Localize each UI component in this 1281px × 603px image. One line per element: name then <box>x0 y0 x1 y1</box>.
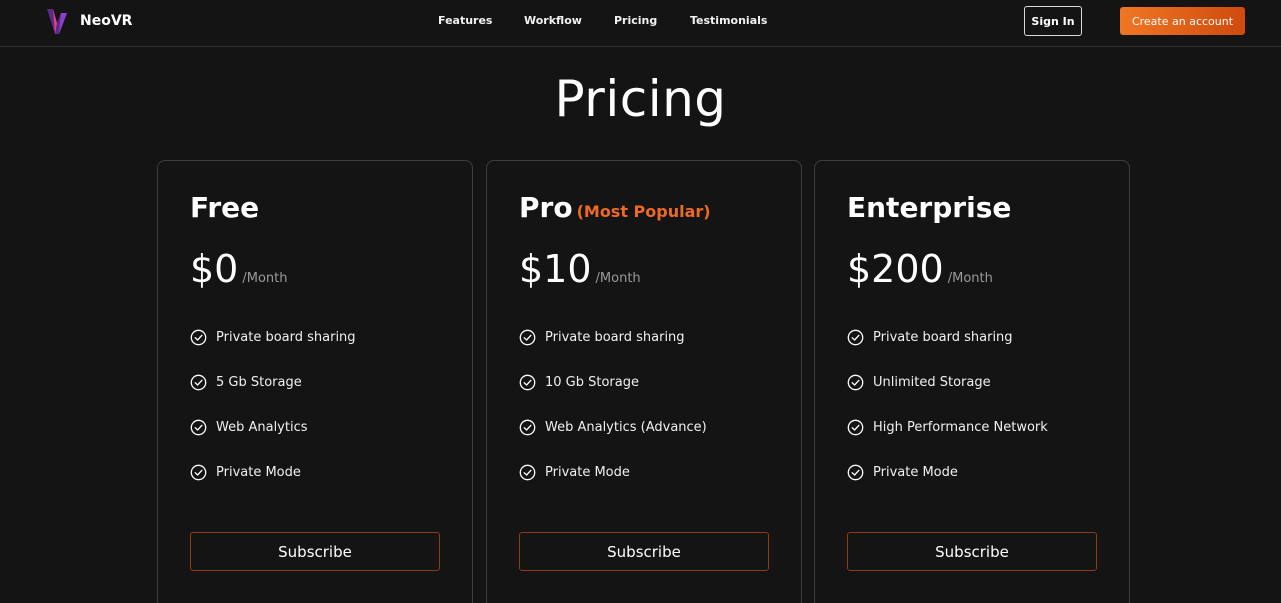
feature-item: Private board sharing <box>519 315 707 360</box>
plan-card-pro: Pro (Most Popular) $10/Month Private boar… <box>486 160 802 603</box>
plan-card-free: Free $0/Month Private board sharing 5 Gb… <box>157 160 473 603</box>
plan-card-enterprise: Enterprise $200/Month Private board shar… <box>814 160 1130 603</box>
sign-in-button[interactable]: Sign In <box>1024 6 1082 36</box>
check-circle-icon <box>190 419 207 436</box>
feature-item: Private board sharing <box>190 315 356 360</box>
subscribe-button[interactable]: Subscribe <box>519 532 769 571</box>
check-circle-icon <box>519 419 536 436</box>
brand[interactable]: NeoVR <box>44 7 132 35</box>
create-account-button[interactable]: Create an account <box>1120 7 1245 35</box>
check-circle-icon <box>190 374 207 391</box>
check-circle-icon <box>847 464 864 481</box>
plan-price: $10 <box>519 247 592 291</box>
nav-link-workflow[interactable]: Workflow <box>524 14 582 27</box>
price-row: $10/Month <box>519 247 641 291</box>
feature-list: Private board sharing 10 Gb Storage Web … <box>519 315 707 495</box>
feature-item: Web Analytics (Advance) <box>519 405 707 450</box>
feature-item: High Performance Network <box>847 405 1048 450</box>
feature-item: Web Analytics <box>190 405 356 450</box>
subscribe-button[interactable]: Subscribe <box>847 532 1097 571</box>
brand-name: NeoVR <box>80 13 133 29</box>
price-row: $200/Month <box>847 247 993 291</box>
check-circle-icon <box>190 329 207 346</box>
nav-link-testimonials[interactable]: Testimonials <box>690 14 767 27</box>
page-title: Pricing <box>554 70 727 128</box>
plan-period: /Month <box>595 271 641 286</box>
feature-item: Unlimited Storage <box>847 360 1048 405</box>
feature-item: 10 Gb Storage <box>519 360 707 405</box>
check-circle-icon <box>519 374 536 391</box>
plan-price: $200 <box>847 247 944 291</box>
plan-name: Enterprise <box>847 191 1012 224</box>
plan-name: Free <box>190 191 260 224</box>
feature-list: Private board sharing 5 Gb Storage Web A… <box>190 315 356 495</box>
feature-item: Private Mode <box>519 450 707 495</box>
plan-period: /Month <box>947 271 993 286</box>
feature-item: Private board sharing <box>847 315 1048 360</box>
check-circle-icon <box>847 374 864 391</box>
check-circle-icon <box>519 329 536 346</box>
check-circle-icon <box>847 419 864 436</box>
feature-item: 5 Gb Storage <box>190 360 356 405</box>
check-circle-icon <box>847 329 864 346</box>
nav-link-pricing[interactable]: Pricing <box>614 14 657 27</box>
check-circle-icon <box>190 464 207 481</box>
most-popular-tag: (Most Popular) <box>576 202 711 221</box>
plan-name: Pro (Most Popular) <box>519 191 711 224</box>
feature-item: Private Mode <box>190 450 356 495</box>
plan-period: /Month <box>242 271 288 286</box>
check-circle-icon <box>519 464 536 481</box>
neovr-logo-icon <box>47 9 67 34</box>
plan-price: $0 <box>190 247 239 291</box>
feature-item: Private Mode <box>847 450 1048 495</box>
price-row: $0/Month <box>190 247 288 291</box>
nav-link-features[interactable]: Features <box>438 14 492 27</box>
subscribe-button[interactable]: Subscribe <box>190 532 440 571</box>
top-navbar: NeoVR Features Workflow Pricing Testimon… <box>0 0 1281 47</box>
feature-list: Private board sharing Unlimited Storage … <box>847 315 1048 495</box>
